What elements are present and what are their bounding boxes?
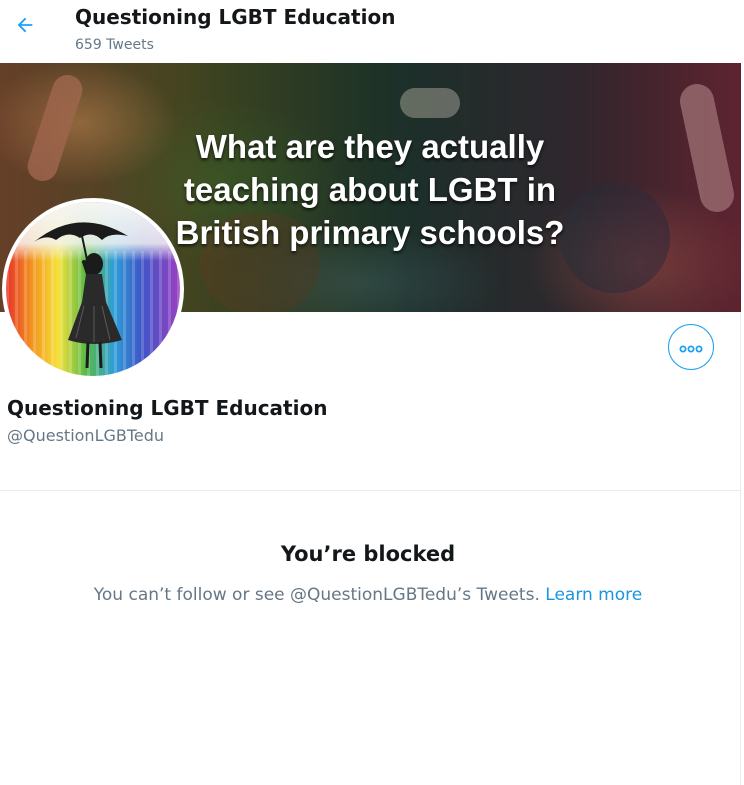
divider xyxy=(0,490,741,491)
avatar-image xyxy=(6,202,180,376)
banner-headline: What are they actually teaching about LG… xyxy=(155,125,585,254)
tweet-count: 659 Tweets xyxy=(75,37,154,53)
profile-handle: @QuestionLGBTedu xyxy=(7,426,165,445)
umbrella-figure-illustration xyxy=(34,222,128,369)
profile-name: Questioning LGBT Education xyxy=(7,396,328,420)
back-button[interactable] xyxy=(8,10,42,44)
profile-column: Questioning LGBT Education 659 Tweets Wh… xyxy=(0,0,741,785)
arrow-left-icon xyxy=(14,14,36,40)
blocked-title: You’re blocked xyxy=(280,542,456,566)
blocked-message: You can’t follow or see @QuestionLGBTedu… xyxy=(0,585,736,605)
more-icon xyxy=(679,338,703,357)
banner-line: teaching about LGBT in xyxy=(183,171,557,208)
learn-more-link[interactable]: Learn more xyxy=(545,585,642,605)
header-title: Questioning LGBT Education xyxy=(75,5,396,29)
banner-line: British primary schools? xyxy=(175,214,565,251)
more-options-button[interactable] xyxy=(668,324,714,370)
top-header: Questioning LGBT Education 659 Tweets xyxy=(0,0,741,63)
banner-line: What are they actually xyxy=(195,128,545,165)
avatar[interactable] xyxy=(2,198,184,380)
blocked-message-text: You can’t follow or see @QuestionLGBTedu… xyxy=(93,585,540,605)
